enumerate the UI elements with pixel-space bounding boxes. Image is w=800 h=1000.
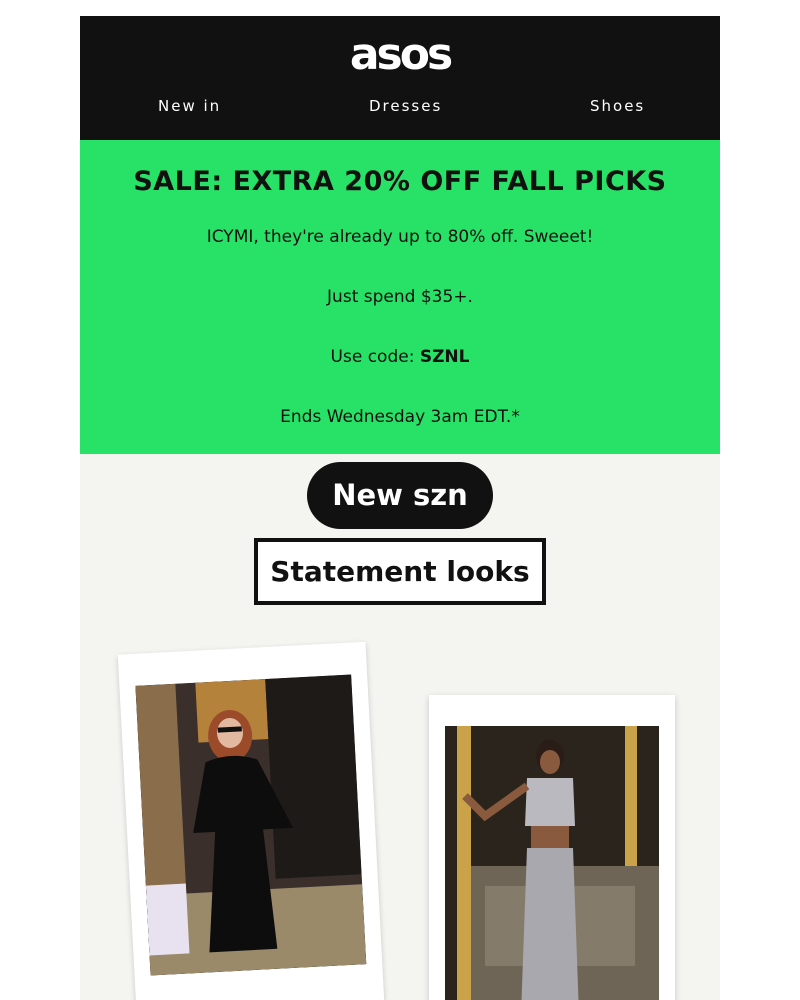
header: asos New in Dresses Shoes [80,16,720,140]
new-szn-button[interactable]: New szn [307,462,493,529]
sale-line-spend: Just spend $35+. [327,287,473,307]
photo-black-dress [135,674,367,976]
sale-line-code: Use code: SZNL [80,346,720,368]
code-label: Use code: [330,347,420,367]
polaroid-photo-right[interactable] [429,695,675,1000]
nav-shoes[interactable]: Shoes [590,96,645,116]
sale-headline: SALE: EXTRA 20% OFF FALL PICKS [133,166,667,197]
nav-dresses[interactable]: Dresses [369,96,442,116]
email-body: asos New in Dresses Shoes SALE: EXTRA 20… [80,16,720,1000]
nav-new-in[interactable]: New in [158,96,221,116]
photo-metallic-set [445,726,659,1000]
sale-banner[interactable]: SALE: EXTRA 20% OFF FALL PICKS ICYMI, th… [80,140,720,454]
sale-line-ends: Ends Wednesday 3am EDT.* [280,407,520,427]
product-image-black-dress [135,674,367,976]
sale-line-discount: ICYMI, they're already up to 80% off. Sw… [206,227,594,247]
asos-logo[interactable]: asos [80,30,720,80]
statement-looks-button[interactable]: Statement looks [254,538,546,605]
promo-code: SZNL [419,347,470,367]
polaroid-photo-left[interactable] [117,641,385,1000]
product-image-metallic-set [445,726,659,1000]
